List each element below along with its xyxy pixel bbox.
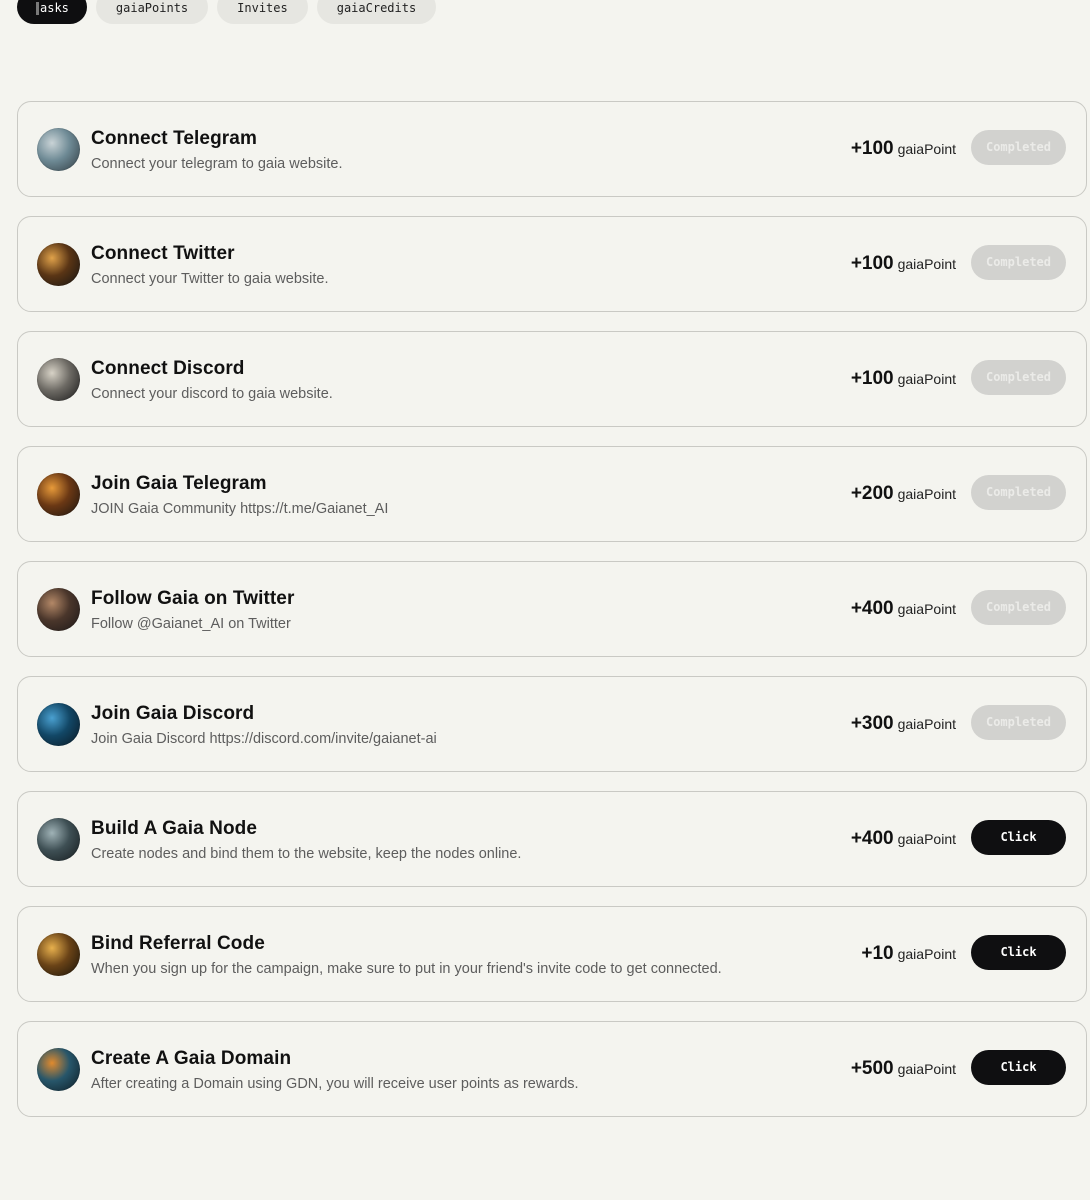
task-points: +100 gaiaPoint <box>851 253 956 275</box>
task-points: +100 gaiaPoint <box>851 368 956 390</box>
task-points: +400 gaiaPoint <box>851 598 956 620</box>
task-points: +500 gaiaPoint <box>851 1058 956 1080</box>
task-text: Join Gaia Telegram JOIN Gaia Community h… <box>91 473 851 518</box>
task-card: Join Gaia Discord Join Gaia Discord http… <box>17 676 1087 772</box>
tab-label: gaiaPoints <box>115 1 189 15</box>
tab-label: gaiaCredits <box>336 1 417 15</box>
task-click-button[interactable]: Click <box>971 819 1066 855</box>
task-avatar-image <box>37 127 80 171</box>
task-avatar-image <box>37 702 80 746</box>
task-status-button[interactable]: Completed <box>971 359 1066 395</box>
task-status-button[interactable]: Completed <box>971 474 1066 510</box>
task-status-button[interactable]: Completed <box>971 129 1066 165</box>
task-card: Connect Twitter Connect your Twitter to … <box>17 216 1087 312</box>
task-title: Follow Gaia on Twitter <box>91 588 295 609</box>
points-unit: gaiaPoint <box>897 256 956 272</box>
task-text: Join Gaia Discord Join Gaia Discord http… <box>91 703 851 748</box>
task-avatar-image <box>37 472 80 516</box>
task-title: Bind Referral Code <box>91 933 265 954</box>
points-value: +100 <box>850 253 894 274</box>
points-value: +300 <box>850 713 894 734</box>
task-title: Connect Telegram <box>91 128 257 149</box>
task-points: +100 gaiaPoint <box>851 138 956 160</box>
task-card: Follow Gaia on Twitter Follow @Gaianet_A… <box>17 561 1087 657</box>
task-status-button[interactable]: Completed <box>971 704 1066 740</box>
points-unit: gaiaPoint <box>897 946 956 962</box>
points-unit: gaiaPoint <box>897 601 956 617</box>
task-title: Connect Twitter <box>91 243 235 264</box>
points-value: +100 <box>850 368 894 389</box>
task-text: Bind Referral Code When you sign up for … <box>91 933 861 978</box>
task-avatar-image <box>37 357 80 401</box>
task-text: Connect Twitter Connect your Twitter to … <box>91 243 851 288</box>
task-description: Follow @Gaianet_AI on Twitter <box>91 616 291 632</box>
task-avatar-image <box>37 1047 80 1091</box>
task-title: Join Gaia Telegram <box>91 473 267 494</box>
task-title: Create A Gaia Domain <box>91 1048 292 1069</box>
task-description: Join Gaia Discord https://discord.com/in… <box>91 731 437 747</box>
tab-gaiapoints[interactable]: gaiaPoints <box>95 0 209 24</box>
tab-bar: asks gaiaPoints Invites gaiaCredits <box>17 0 437 24</box>
task-description: Connect your telegram to gaia website. <box>91 156 343 172</box>
task-points: +300 gaiaPoint <box>851 713 956 735</box>
task-card: Connect Discord Connect your discord to … <box>17 331 1087 427</box>
points-unit: gaiaPoint <box>897 831 956 847</box>
task-points: +10 gaiaPoint <box>861 943 956 965</box>
task-title: Join Gaia Discord <box>91 703 255 724</box>
task-description: Connect your discord to gaia website. <box>91 386 333 402</box>
task-description: When you sign up for the campaign, make … <box>91 961 722 977</box>
points-unit: gaiaPoint <box>897 486 956 502</box>
task-text: Create A Gaia Domain After creating a Do… <box>91 1048 851 1093</box>
task-title: Connect Discord <box>91 358 245 379</box>
task-points: +400 gaiaPoint <box>851 828 956 850</box>
points-value: +400 <box>850 828 894 849</box>
task-card: Build A Gaia Node Create nodes and bind … <box>17 791 1087 887</box>
task-description: After creating a Domain using GDN, you w… <box>91 1076 579 1092</box>
task-title: Build A Gaia Node <box>91 818 258 839</box>
task-description: Create nodes and bind them to the websit… <box>91 846 522 862</box>
task-description: Connect your Twitter to gaia website. <box>91 271 329 287</box>
points-unit: gaiaPoint <box>897 141 956 157</box>
task-card: Connect Telegram Connect your telegram t… <box>17 101 1087 197</box>
tab-tasks[interactable]: asks <box>17 0 87 24</box>
points-value: +400 <box>850 598 894 619</box>
task-text: Connect Discord Connect your discord to … <box>91 358 851 403</box>
task-status-button[interactable]: Completed <box>971 244 1066 280</box>
points-value: +500 <box>850 1058 894 1079</box>
points-unit: gaiaPoint <box>897 371 956 387</box>
task-avatar-image <box>37 242 80 286</box>
task-card: Bind Referral Code When you sign up for … <box>17 906 1087 1002</box>
tab-invites[interactable]: Invites <box>217 0 308 24</box>
points-value: +10 <box>861 943 894 964</box>
points-unit: gaiaPoint <box>897 716 956 732</box>
task-text: Connect Telegram Connect your telegram t… <box>91 128 851 173</box>
task-click-button[interactable]: Click <box>971 934 1066 970</box>
task-click-button[interactable]: Click <box>971 1049 1066 1085</box>
task-card: Join Gaia Telegram JOIN Gaia Community h… <box>17 446 1087 542</box>
task-status-button[interactable]: Completed <box>971 589 1066 625</box>
task-avatar-image <box>37 932 80 976</box>
points-unit: gaiaPoint <box>897 1061 956 1077</box>
task-avatar-image <box>37 817 80 861</box>
tab-label: asks <box>40 1 69 15</box>
task-card: Create A Gaia Domain After creating a Do… <box>17 1021 1087 1117</box>
task-list: Connect Telegram Connect your telegram t… <box>17 101 1087 1136</box>
task-description: JOIN Gaia Community https://t.me/Gaianet… <box>91 501 389 517</box>
task-text: Follow Gaia on Twitter Follow @Gaianet_A… <box>91 588 851 633</box>
task-text: Build A Gaia Node Create nodes and bind … <box>91 818 851 863</box>
points-value: +200 <box>850 483 894 504</box>
task-points: +200 gaiaPoint <box>851 483 956 505</box>
tab-gaiacredits[interactable]: gaiaCredits <box>316 0 437 24</box>
task-avatar-image <box>37 587 80 631</box>
tab-label: Invites <box>237 1 288 15</box>
points-value: +100 <box>850 138 894 159</box>
